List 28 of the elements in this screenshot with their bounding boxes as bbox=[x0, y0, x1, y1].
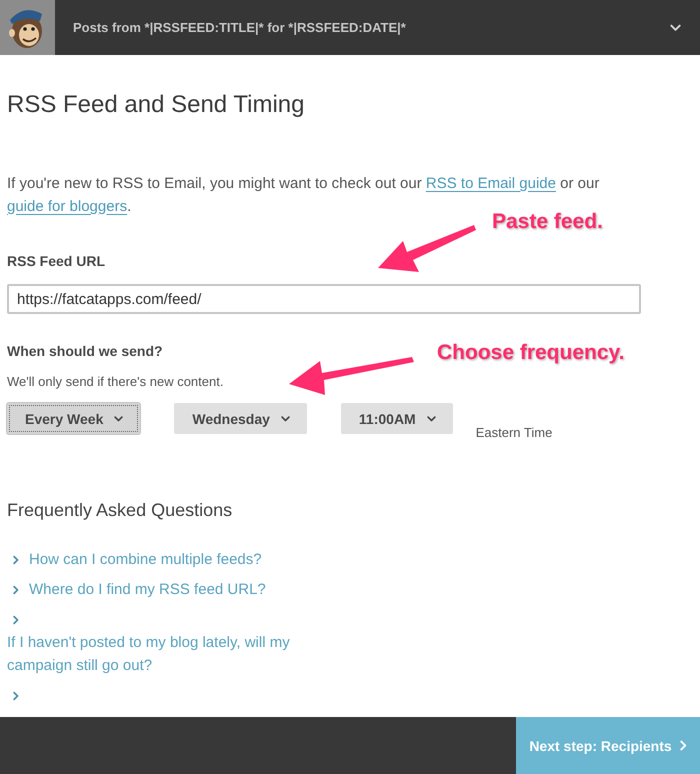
guide-link[interactable]: guide for bloggers bbox=[7, 198, 128, 214]
helper-text: We'll only send if there's new content. bbox=[7, 373, 224, 391]
chevron-right-icon[interactable] bbox=[13, 690, 19, 700]
chevron-right-icon bbox=[680, 740, 687, 751]
timezone-label: Eastern Time bbox=[476, 424, 552, 442]
annotation-text: Paste feed. bbox=[492, 209, 603, 235]
chevron-down-icon[interactable] bbox=[114, 416, 124, 422]
dropdown[interactable]: Wednesday bbox=[174, 403, 307, 434]
guide-link[interactable]: RSS to Email guide bbox=[426, 174, 556, 192]
campaign-title: Posts from *|RSSFEED:TITLE|* for *|RSSFEED:DATE|* bbox=[73, 20, 406, 35]
section-label: When should we send? bbox=[7, 342, 163, 361]
faq-link[interactable]: Where do I find my RSS feed URL? bbox=[29, 578, 266, 600]
annotation-text: Choose frequency. bbox=[437, 340, 624, 366]
monkey-logo-icon[interactable] bbox=[0, 0, 55, 55]
field-label: RSS Feed URL bbox=[7, 252, 106, 271]
faq-link[interactable]: If I haven't posted to my blog lately, will my campaign still go out? bbox=[7, 630, 337, 676]
chevron-right-icon[interactable] bbox=[13, 614, 19, 624]
page-heading: RSS Feed and Send Timing bbox=[7, 90, 305, 120]
dropdown[interactable]: 11:00AM bbox=[340, 403, 453, 434]
chevron-right-icon[interactable] bbox=[13, 554, 19, 564]
dropdown[interactable]: Every Week bbox=[7, 403, 140, 434]
next-step-button[interactable]: Next step: Recipients bbox=[516, 717, 700, 774]
feed-url-input[interactable]: https://fatcatapps.com/feed/ bbox=[7, 284, 641, 314]
chevron-down-icon[interactable] bbox=[426, 416, 436, 422]
faq-link[interactable]: How can I combine multiple feeds? bbox=[29, 548, 262, 570]
section-heading: Frequently Asked Questions bbox=[7, 499, 232, 522]
chevron-right-icon[interactable] bbox=[13, 584, 19, 594]
chevron-down-icon[interactable] bbox=[280, 416, 290, 422]
